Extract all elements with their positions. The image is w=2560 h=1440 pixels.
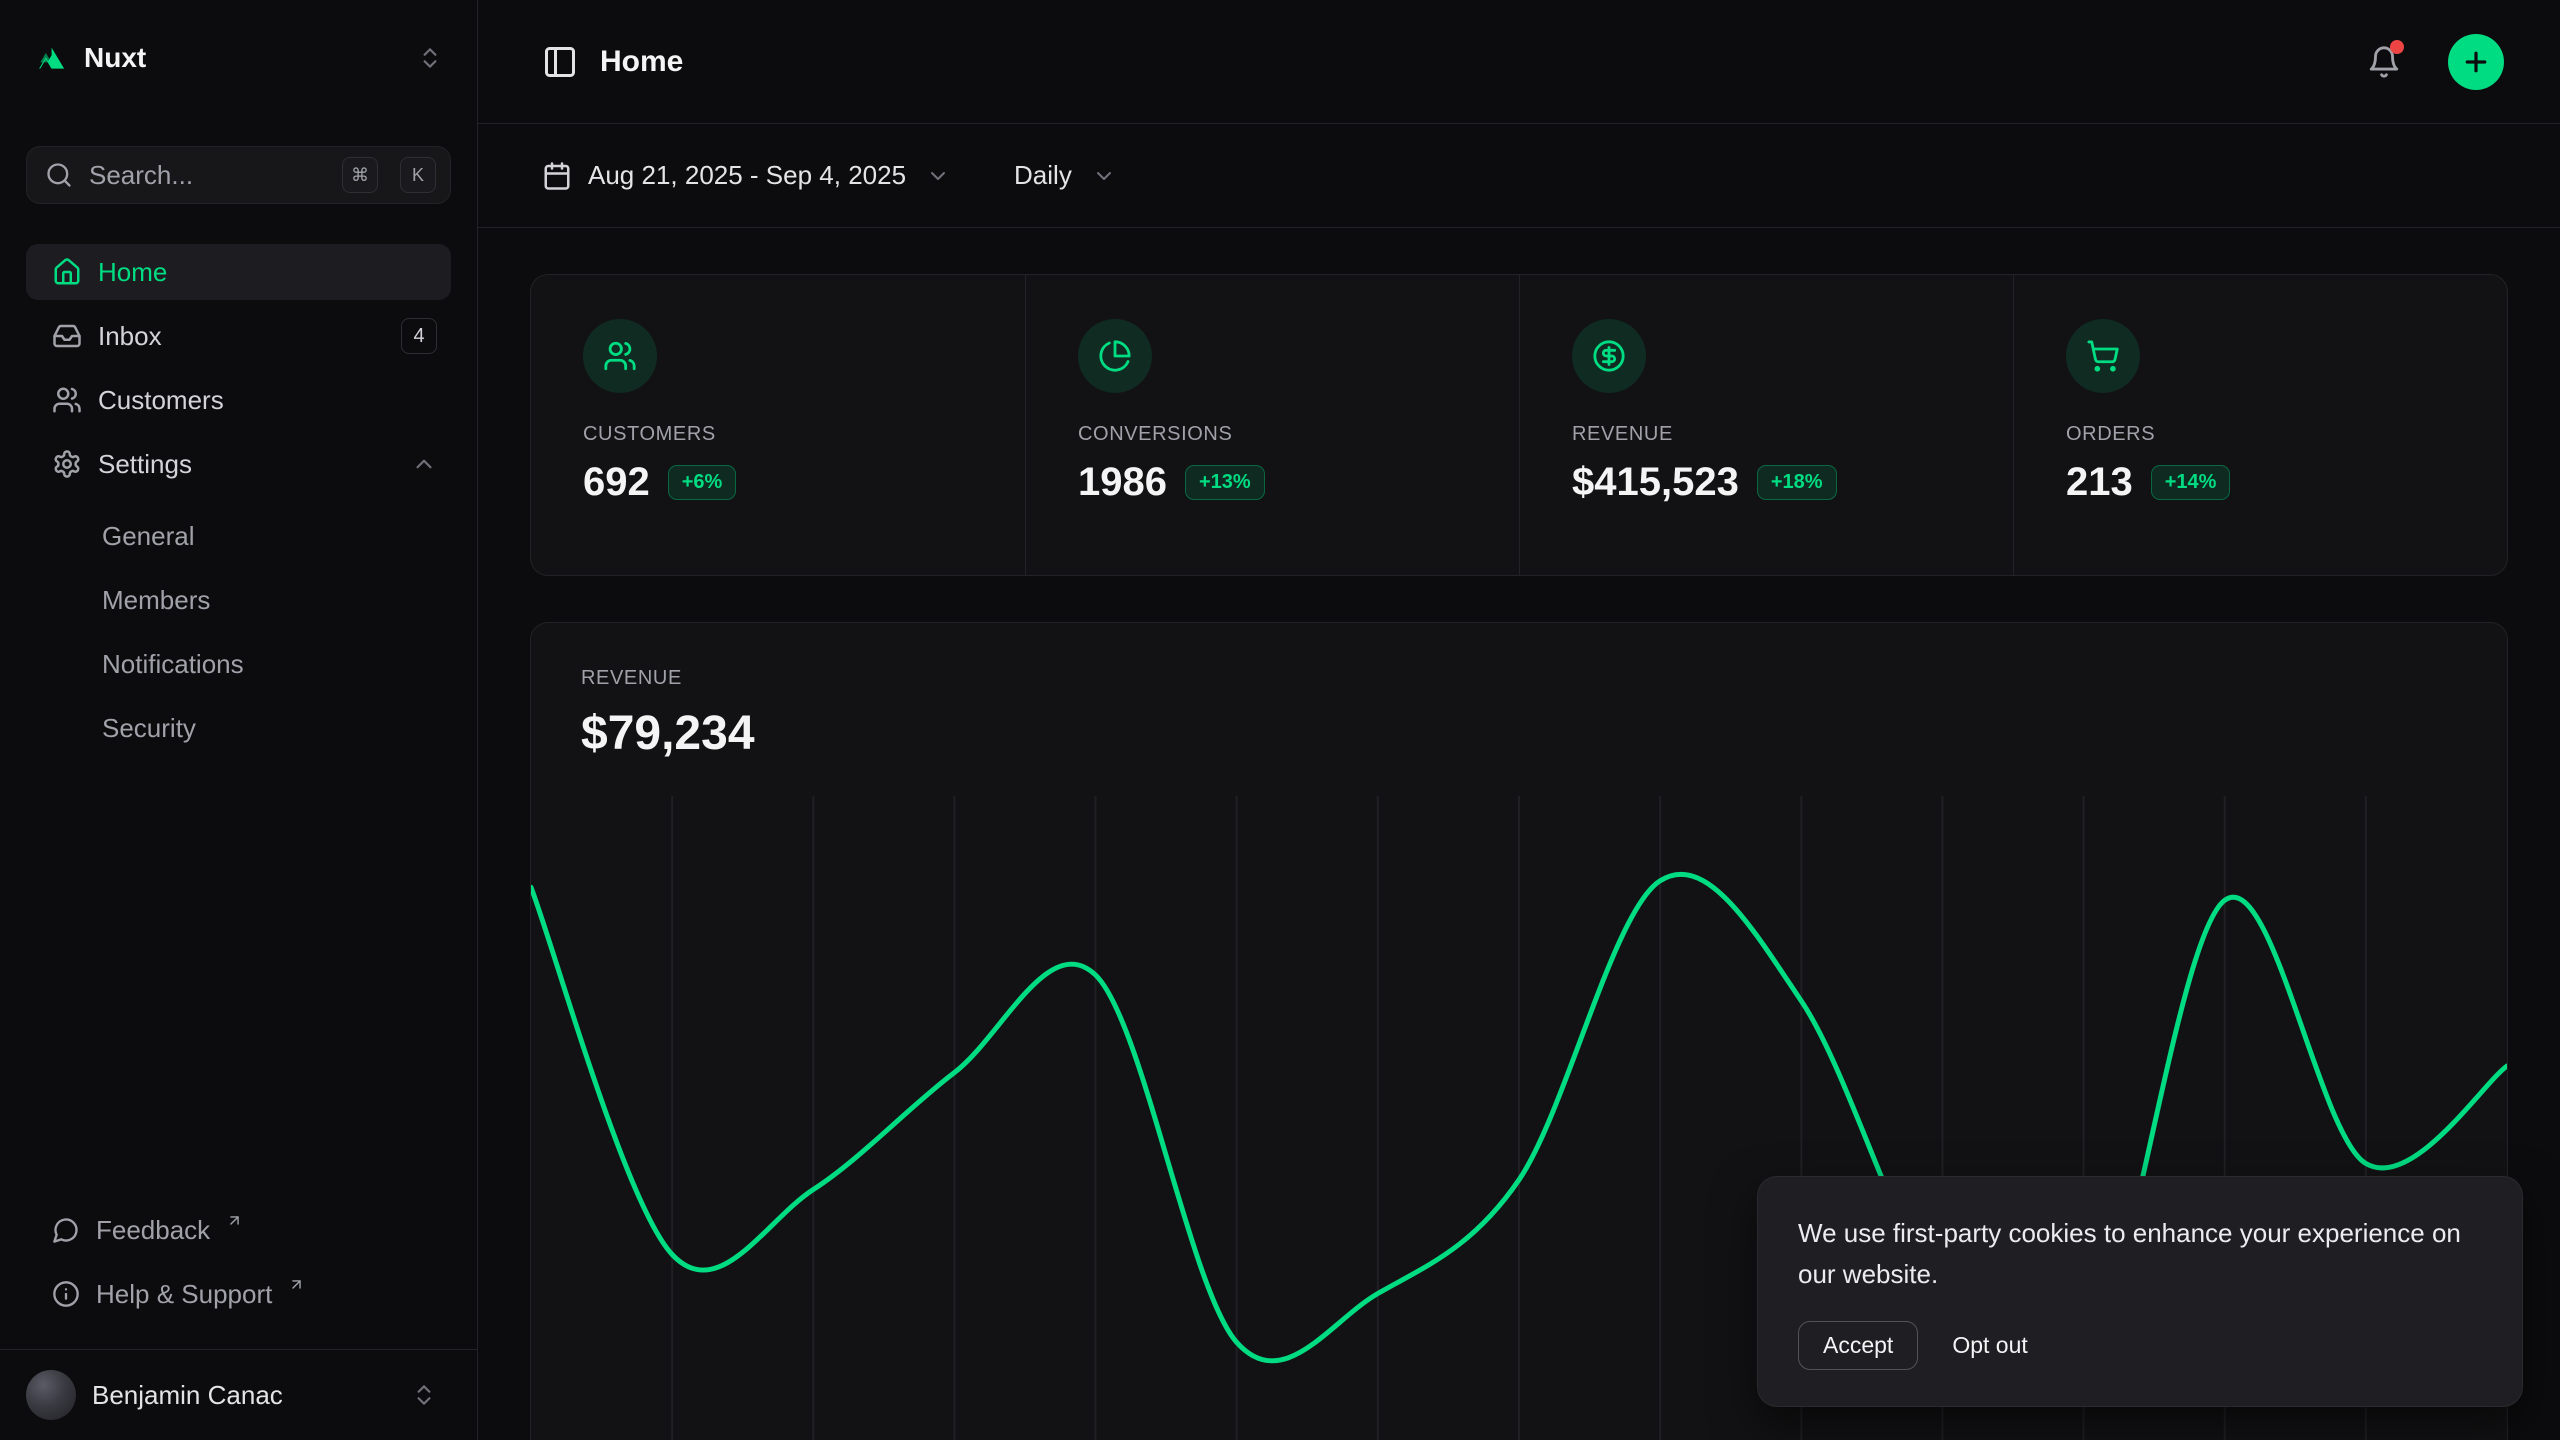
pie-chart-icon — [1078, 319, 1152, 393]
stat-label: REVENUE — [1572, 423, 1961, 446]
sidebar-item-label: Home — [98, 257, 437, 288]
stat-card-orders[interactable]: ORDERS 213 +14% — [2013, 275, 2507, 575]
chevron-up-icon — [411, 451, 437, 477]
search-icon — [45, 161, 73, 189]
sidebar-item-notifications[interactable]: Notifications — [26, 636, 451, 692]
page-header: Home — [478, 0, 2560, 124]
notifications-button[interactable] — [2358, 36, 2410, 88]
user-menu[interactable]: Benjamin Canac — [0, 1349, 477, 1440]
sidebar-nav: Home Inbox 4 Customers Settings — [26, 244, 451, 756]
stat-value: 1986 — [1078, 460, 1167, 505]
sidebar-item-settings[interactable]: Settings — [26, 436, 451, 492]
stat-delta-badge: +14% — [2151, 465, 2231, 500]
sidebar: Nuxt Search... ⌘ K Home — [0, 0, 478, 1440]
user-avatar — [26, 1370, 76, 1420]
inbox-count-badge: 4 — [401, 318, 437, 354]
sidebar-item-security[interactable]: Security — [26, 700, 451, 756]
stat-delta-badge: +6% — [668, 465, 737, 500]
cookie-accept-button[interactable]: Accept — [1798, 1321, 1918, 1370]
cookie-banner: We use first-party cookies to enhance yo… — [1757, 1176, 2523, 1407]
nuxt-logo-icon — [34, 42, 66, 74]
feedback-link[interactable]: Feedback — [26, 1202, 451, 1258]
gear-icon — [52, 449, 82, 479]
settings-subnav: General Members Notifications Security — [26, 508, 451, 756]
date-range-button[interactable]: Aug 21, 2025 - Sep 4, 2025 — [542, 160, 950, 191]
circle-dollar-icon — [1572, 319, 1646, 393]
feedback-label: Feedback — [96, 1215, 210, 1246]
users-icon — [52, 385, 82, 415]
kbd-k: K — [400, 157, 436, 193]
info-circle-icon — [52, 1280, 80, 1308]
add-button[interactable] — [2448, 34, 2504, 90]
chevron-down-icon — [926, 164, 950, 188]
stat-card-conversions[interactable]: CONVERSIONS 1986 +13% — [1025, 275, 1519, 575]
user-name: Benjamin Canac — [92, 1380, 395, 1411]
sidebar-item-label: Customers — [98, 385, 437, 416]
notification-dot — [2390, 40, 2404, 54]
stat-value: 692 — [583, 460, 650, 505]
chevron-down-icon — [1092, 164, 1116, 188]
sidebar-item-members[interactable]: Members — [26, 572, 451, 628]
help-support-link[interactable]: Help & Support — [26, 1266, 451, 1322]
search-placeholder: Search... — [89, 160, 326, 191]
inbox-icon — [52, 321, 82, 351]
revenue-panel-label: REVENUE — [581, 667, 2457, 690]
stat-card-revenue[interactable]: REVENUE $415,523 +18% — [1519, 275, 2013, 575]
sidebar-item-home[interactable]: Home — [26, 244, 451, 300]
sidebar-footer: Feedback Help & Support — [26, 1202, 451, 1349]
kbd-cmd: ⌘ — [342, 157, 378, 193]
sidebar-item-customers[interactable]: Customers — [26, 372, 451, 428]
stat-delta-badge: +18% — [1757, 465, 1837, 500]
sidebar-item-general[interactable]: General — [26, 508, 451, 564]
cookie-optout-button[interactable]: Opt out — [1948, 1322, 2031, 1369]
granularity-select[interactable]: Daily — [1014, 160, 1116, 191]
stat-value: 213 — [2066, 460, 2133, 505]
date-range-label: Aug 21, 2025 - Sep 4, 2025 — [588, 160, 906, 191]
chevrons-up-down-icon — [411, 1382, 437, 1408]
cookie-message: We use first-party cookies to enhance yo… — [1798, 1213, 2482, 1295]
help-support-label: Help & Support — [96, 1279, 272, 1310]
sidebar-item-label: Settings — [98, 449, 395, 480]
shopping-cart-icon — [2066, 319, 2140, 393]
chevrons-up-down-icon[interactable] — [417, 45, 443, 71]
stat-card-customers[interactable]: CUSTOMERS 692 +6% — [531, 275, 1025, 575]
plus-icon — [2461, 47, 2491, 77]
sidebar-item-label: Inbox — [98, 321, 385, 352]
filters-toolbar: Aug 21, 2025 - Sep 4, 2025 Daily — [478, 124, 2560, 228]
panel-left-icon[interactable] — [542, 44, 578, 80]
stat-delta-badge: +13% — [1185, 465, 1265, 500]
house-icon — [52, 257, 82, 287]
granularity-label: Daily — [1014, 160, 1072, 191]
stat-label: CUSTOMERS — [583, 423, 973, 446]
message-circle-icon — [52, 1216, 80, 1244]
external-link-icon — [288, 1276, 305, 1293]
page-title: Home — [600, 45, 683, 79]
users-icon — [583, 319, 657, 393]
external-link-icon — [226, 1212, 243, 1229]
workspace-name: Nuxt — [84, 42, 399, 74]
stat-value: $415,523 — [1572, 460, 1739, 505]
stat-label: CONVERSIONS — [1078, 423, 1467, 446]
sidebar-item-inbox[interactable]: Inbox 4 — [26, 308, 451, 364]
stats-row: CUSTOMERS 692 +6% CONVERSIONS 1986 +13% — [530, 274, 2508, 576]
search-input[interactable]: Search... ⌘ K — [26, 146, 451, 204]
revenue-panel-value: $79,234 — [581, 706, 2457, 762]
workspace-switcher[interactable]: Nuxt — [26, 28, 451, 88]
calendar-icon — [542, 161, 572, 191]
stat-label: ORDERS — [2066, 423, 2455, 446]
